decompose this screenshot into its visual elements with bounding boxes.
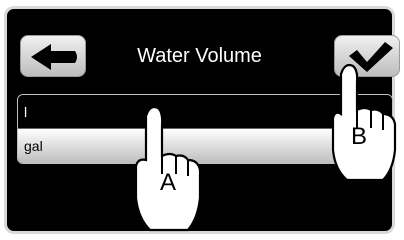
pointing-hand-icon-a: A (134, 105, 202, 232)
callout-b-label: B (351, 123, 367, 150)
pointing-hand-icon-b: B (331, 63, 397, 182)
callout-a-label: A (160, 169, 176, 196)
